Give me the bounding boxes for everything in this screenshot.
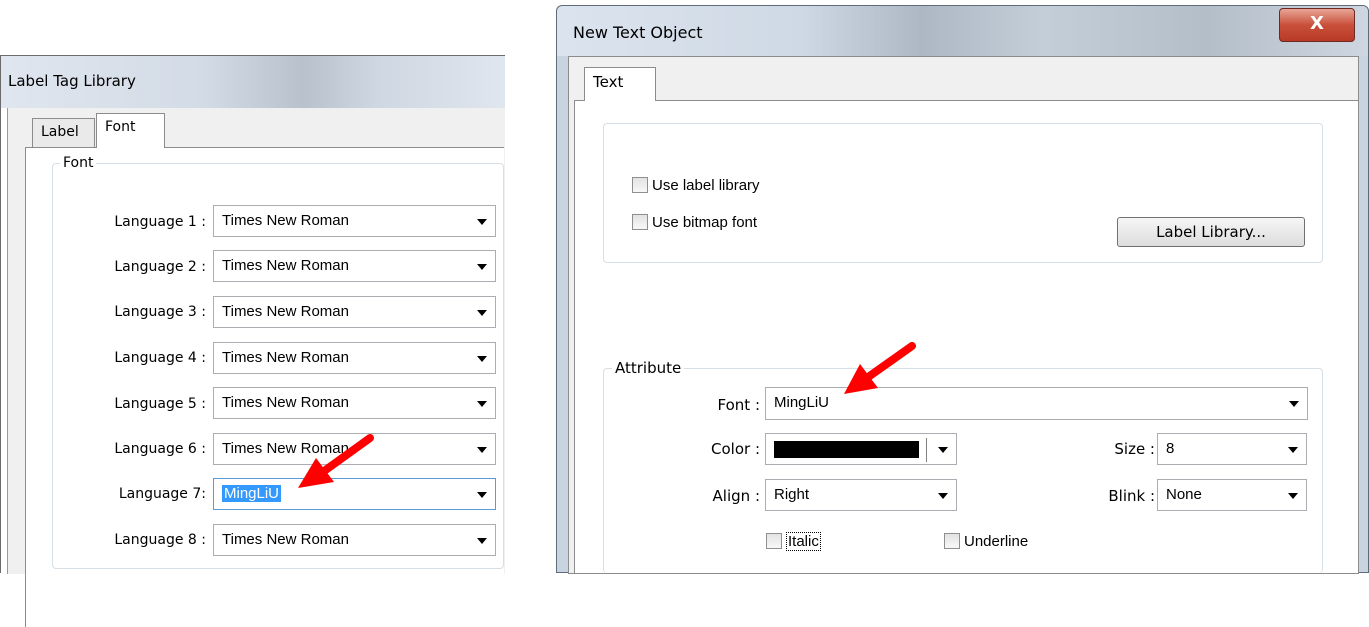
- use-bitmap-font-label: Use bitmap font: [652, 214, 758, 231]
- chevron-down-icon: [938, 493, 948, 499]
- color-picker[interactable]: [765, 433, 957, 465]
- color-swatch: [774, 441, 919, 458]
- language-2-label: Language 2 :: [114, 259, 206, 275]
- chevron-down-icon: [1289, 401, 1299, 407]
- color-divider: [926, 438, 927, 462]
- align-label: Align :: [712, 487, 760, 505]
- title-bar[interactable]: Label Tag Library: [1, 56, 505, 108]
- language-8-value: Times New Roman: [222, 531, 349, 548]
- close-icon: X: [1310, 13, 1324, 34]
- chevron-down-icon: [477, 401, 487, 407]
- blink-label: Blink :: [1108, 487, 1155, 505]
- language-3-label: Language 3 :: [114, 304, 206, 320]
- use-bitmap-font-checkbox[interactable]: [632, 214, 648, 230]
- language-5-label: Language 5 :: [114, 396, 206, 412]
- size-label: Size :: [1114, 440, 1155, 458]
- use-bitmap-font-row[interactable]: Use bitmap font: [632, 214, 757, 231]
- language-1-value: Times New Roman: [222, 212, 349, 229]
- language-5-value: Times New Roman: [222, 394, 349, 411]
- tab-text-label: Text: [593, 73, 624, 91]
- label-library-button[interactable]: Label Library...: [1117, 217, 1305, 247]
- chevron-down-icon: [477, 447, 487, 453]
- language-3-font-select[interactable]: Times New Roman: [213, 296, 496, 328]
- chevron-down-icon: [477, 356, 487, 362]
- color-label: Color :: [711, 440, 760, 458]
- chevron-down-icon: [1288, 447, 1298, 453]
- underline-label: Underline: [964, 533, 1029, 550]
- language-1-font-select[interactable]: Times New Roman: [213, 205, 496, 237]
- language-7-value: MingLiU: [222, 485, 282, 502]
- tab-label[interactable]: Label: [32, 118, 95, 148]
- chevron-down-icon: [1288, 493, 1298, 499]
- italic-label: Italic: [786, 532, 821, 551]
- tab-font[interactable]: Font: [96, 113, 165, 148]
- language-2-font-select[interactable]: Times New Roman: [213, 250, 496, 282]
- window-title: Label Tag Library: [8, 72, 136, 90]
- attribute-group-title: Attribute: [612, 359, 685, 377]
- size-value: 8: [1166, 440, 1175, 457]
- language-4-font-select[interactable]: Times New Roman: [213, 342, 496, 374]
- language-3-value: Times New Roman: [222, 303, 349, 320]
- font-group-title: Font: [60, 155, 97, 171]
- blink-select[interactable]: None: [1157, 479, 1307, 511]
- align-value: Right: [774, 486, 810, 503]
- language-5-font-select[interactable]: Times New Roman: [213, 387, 496, 419]
- use-label-library-checkbox[interactable]: [632, 177, 648, 193]
- chevron-down-icon: [477, 264, 487, 270]
- italic-row[interactable]: Italic: [766, 532, 821, 551]
- window-title: New Text Object: [573, 23, 703, 42]
- font-value: MingLiU: [774, 394, 830, 411]
- language-4-label: Language 4 :: [114, 350, 206, 366]
- language-6-label: Language 6 :: [114, 441, 206, 457]
- use-label-library-label: Use label library: [652, 177, 760, 194]
- annotation-arrow-icon: [298, 434, 374, 488]
- language-8-font-select[interactable]: Times New Roman: [213, 524, 496, 556]
- language-4-value: Times New Roman: [222, 349, 349, 366]
- tab-font-text: Font: [105, 119, 136, 135]
- blink-value: None: [1166, 486, 1202, 503]
- chevron-down-icon: [477, 219, 487, 225]
- language-2-value: Times New Roman: [222, 257, 349, 274]
- size-select[interactable]: 8: [1157, 433, 1307, 465]
- tab-text[interactable]: Text: [584, 67, 656, 101]
- chevron-down-icon: [477, 538, 487, 544]
- tab-label-text: Label: [41, 124, 79, 140]
- language-7-label: Language 7:: [118, 486, 206, 502]
- language-8-label: Language 8 :: [114, 532, 206, 548]
- use-label-library-row[interactable]: Use label library: [632, 177, 760, 194]
- label-library-button-text: Label Library...: [1156, 223, 1266, 241]
- close-button[interactable]: X: [1279, 8, 1355, 42]
- underline-row[interactable]: Underline: [944, 533, 1028, 550]
- chevron-down-icon: [477, 310, 487, 316]
- italic-checkbox[interactable]: [766, 533, 782, 549]
- title-bar[interactable]: New Text Object X: [557, 6, 1368, 56]
- font-label: Font :: [717, 396, 760, 414]
- chevron-down-icon: [938, 447, 948, 453]
- annotation-arrow-icon: [844, 342, 916, 394]
- language-1-label: Language 1 :: [114, 214, 206, 230]
- underline-checkbox[interactable]: [944, 533, 960, 549]
- align-select[interactable]: Right: [765, 479, 957, 511]
- chevron-down-icon: [477, 492, 487, 498]
